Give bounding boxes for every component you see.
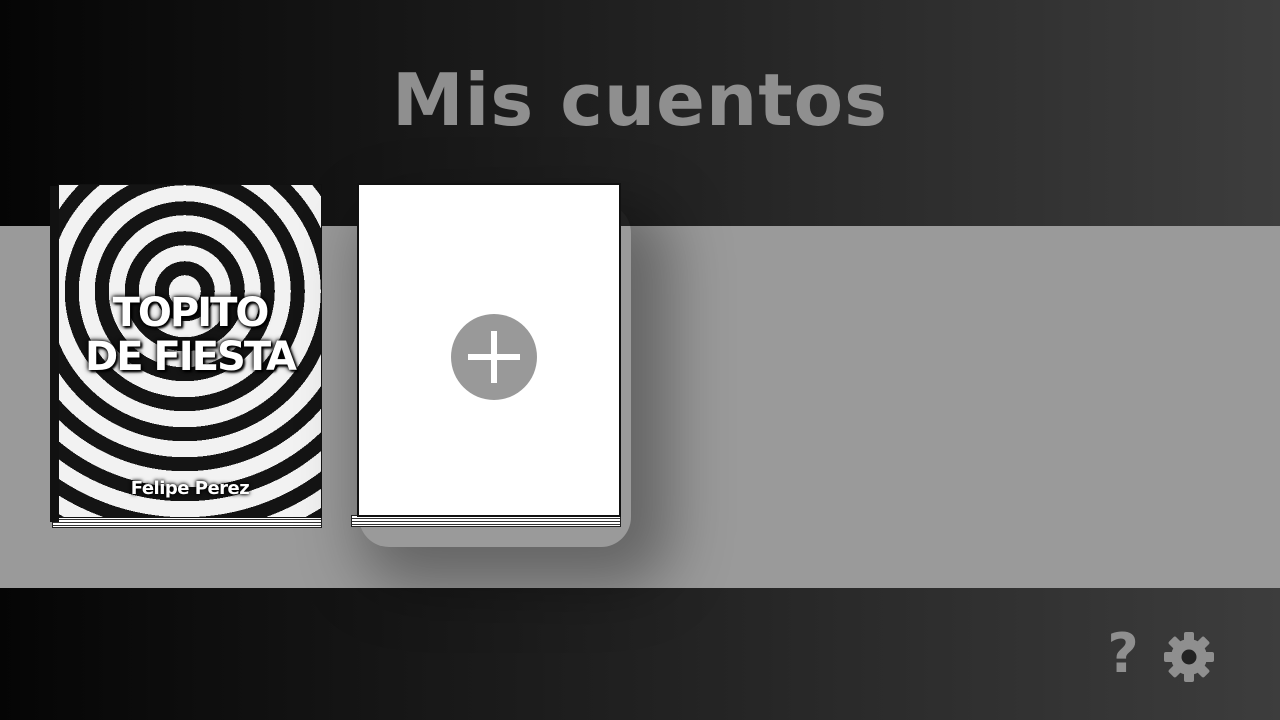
new-story-book[interactable] xyxy=(349,183,621,527)
book-cover[interactable]: TOPITO DE FIESTA Felipe Perez xyxy=(58,184,322,518)
book-author: Felipe Perez xyxy=(130,478,250,499)
book-title: TOPITO DE FIESTA xyxy=(85,290,297,380)
gear-icon[interactable] xyxy=(1162,630,1216,684)
question-icon[interactable]: ? xyxy=(1106,625,1140,683)
page-title: Mis cuentos xyxy=(391,58,888,142)
story-book[interactable]: TOPITO DE FIESTA Felipe Perez xyxy=(50,184,322,528)
blank-book-cover[interactable] xyxy=(357,183,621,517)
plus-icon[interactable] xyxy=(451,314,537,400)
